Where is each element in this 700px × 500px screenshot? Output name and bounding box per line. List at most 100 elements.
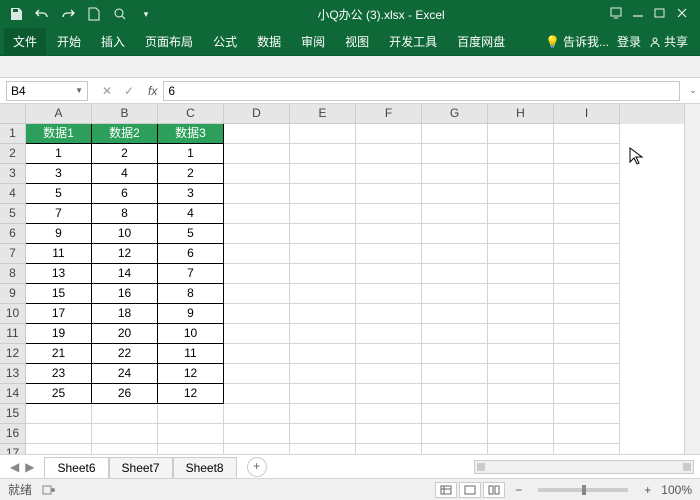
cell[interactable] [224, 344, 290, 364]
cell[interactable]: 6 [92, 184, 158, 204]
cell[interactable]: 21 [26, 344, 92, 364]
cell[interactable] [290, 424, 356, 444]
col-header[interactable]: B [92, 104, 158, 124]
cell[interactable]: 24 [92, 364, 158, 384]
cell[interactable] [488, 424, 554, 444]
row-header[interactable]: 12 [0, 344, 26, 364]
cell[interactable] [488, 364, 554, 384]
cell[interactable]: 4 [92, 164, 158, 184]
cell[interactable] [356, 384, 422, 404]
cell[interactable] [488, 164, 554, 184]
preview-icon[interactable] [112, 6, 128, 22]
cell[interactable]: 数据1 [26, 124, 92, 144]
sheet-nav-next-icon[interactable]: ▶ [25, 460, 34, 474]
cell[interactable] [422, 224, 488, 244]
cell[interactable] [422, 424, 488, 444]
cell[interactable] [356, 204, 422, 224]
cell[interactable]: 10 [92, 224, 158, 244]
cell[interactable]: 25 [26, 384, 92, 404]
cell[interactable]: 9 [158, 304, 224, 324]
cell[interactable] [356, 304, 422, 324]
cell[interactable] [224, 304, 290, 324]
cell[interactable] [554, 264, 620, 284]
col-header[interactable]: H [488, 104, 554, 124]
cell[interactable]: 19 [26, 324, 92, 344]
cell[interactable] [290, 164, 356, 184]
cell[interactable] [422, 144, 488, 164]
tab-insert[interactable]: 插入 [92, 28, 134, 55]
row-header[interactable]: 2 [0, 144, 26, 164]
cell[interactable]: 2 [158, 164, 224, 184]
cell[interactable]: 13 [26, 264, 92, 284]
tab-formulas[interactable]: 公式 [204, 28, 246, 55]
cell[interactable]: 16 [92, 284, 158, 304]
cell[interactable] [554, 364, 620, 384]
cell[interactable]: 23 [26, 364, 92, 384]
row-header[interactable]: 1 [0, 124, 26, 144]
cell[interactable] [554, 444, 620, 454]
select-all-button[interactable] [0, 104, 26, 124]
cell[interactable]: 2 [92, 144, 158, 164]
zoom-slider[interactable] [538, 488, 628, 492]
cell[interactable] [488, 404, 554, 424]
signin-button[interactable]: 登录 [617, 33, 641, 50]
row-header[interactable]: 10 [0, 304, 26, 324]
row-header[interactable]: 8 [0, 264, 26, 284]
cell[interactable] [92, 444, 158, 454]
tab-home[interactable]: 开始 [48, 28, 90, 55]
cell[interactable] [92, 424, 158, 444]
cell[interactable] [422, 384, 488, 404]
cancel-formula-icon[interactable]: ✕ [100, 84, 114, 98]
cell[interactable] [26, 424, 92, 444]
col-header[interactable]: I [554, 104, 620, 124]
cell[interactable] [224, 184, 290, 204]
cell[interactable] [356, 164, 422, 184]
cell[interactable]: 1 [26, 144, 92, 164]
cell[interactable]: 4 [158, 204, 224, 224]
row-header[interactable]: 7 [0, 244, 26, 264]
cell[interactable] [224, 364, 290, 384]
cell[interactable] [290, 364, 356, 384]
cell[interactable] [356, 284, 422, 304]
cell[interactable] [26, 404, 92, 424]
cell[interactable] [158, 404, 224, 424]
cell[interactable] [224, 224, 290, 244]
save-icon[interactable] [8, 6, 24, 22]
cell[interactable] [290, 224, 356, 244]
cell[interactable]: 12 [158, 384, 224, 404]
sheet-nav-prev-icon[interactable]: ◀ [10, 460, 19, 474]
tab-developer[interactable]: 开发工具 [380, 28, 446, 55]
cell[interactable] [488, 264, 554, 284]
cell[interactable] [356, 144, 422, 164]
cell[interactable] [356, 124, 422, 144]
cell[interactable] [356, 424, 422, 444]
cell[interactable] [488, 184, 554, 204]
tab-layout[interactable]: 页面布局 [136, 28, 202, 55]
cell[interactable] [422, 164, 488, 184]
cell[interactable]: 6 [158, 244, 224, 264]
cell[interactable] [422, 364, 488, 384]
row-header[interactable]: 3 [0, 164, 26, 184]
col-header[interactable]: C [158, 104, 224, 124]
cell[interactable] [488, 244, 554, 264]
sheet-tab[interactable]: Sheet6 [44, 457, 108, 479]
row-header[interactable]: 16 [0, 424, 26, 444]
cell[interactable] [554, 284, 620, 304]
cell[interactable] [290, 144, 356, 164]
cell[interactable] [356, 404, 422, 424]
cell[interactable] [356, 184, 422, 204]
zoom-level[interactable]: 100% [661, 483, 692, 497]
chevron-down-icon[interactable]: ▼ [75, 86, 83, 95]
tab-data[interactable]: 数据 [248, 28, 290, 55]
macro-record-icon[interactable] [42, 483, 56, 497]
tab-review[interactable]: 审阅 [292, 28, 334, 55]
cell[interactable]: 12 [158, 364, 224, 384]
cell[interactable] [422, 344, 488, 364]
cell[interactable]: 11 [26, 244, 92, 264]
cell[interactable] [554, 144, 620, 164]
cell[interactable] [422, 404, 488, 424]
cell[interactable] [554, 324, 620, 344]
cell[interactable] [290, 264, 356, 284]
zoom-out-button[interactable]: − [515, 483, 522, 497]
maximize-icon[interactable] [654, 7, 668, 21]
